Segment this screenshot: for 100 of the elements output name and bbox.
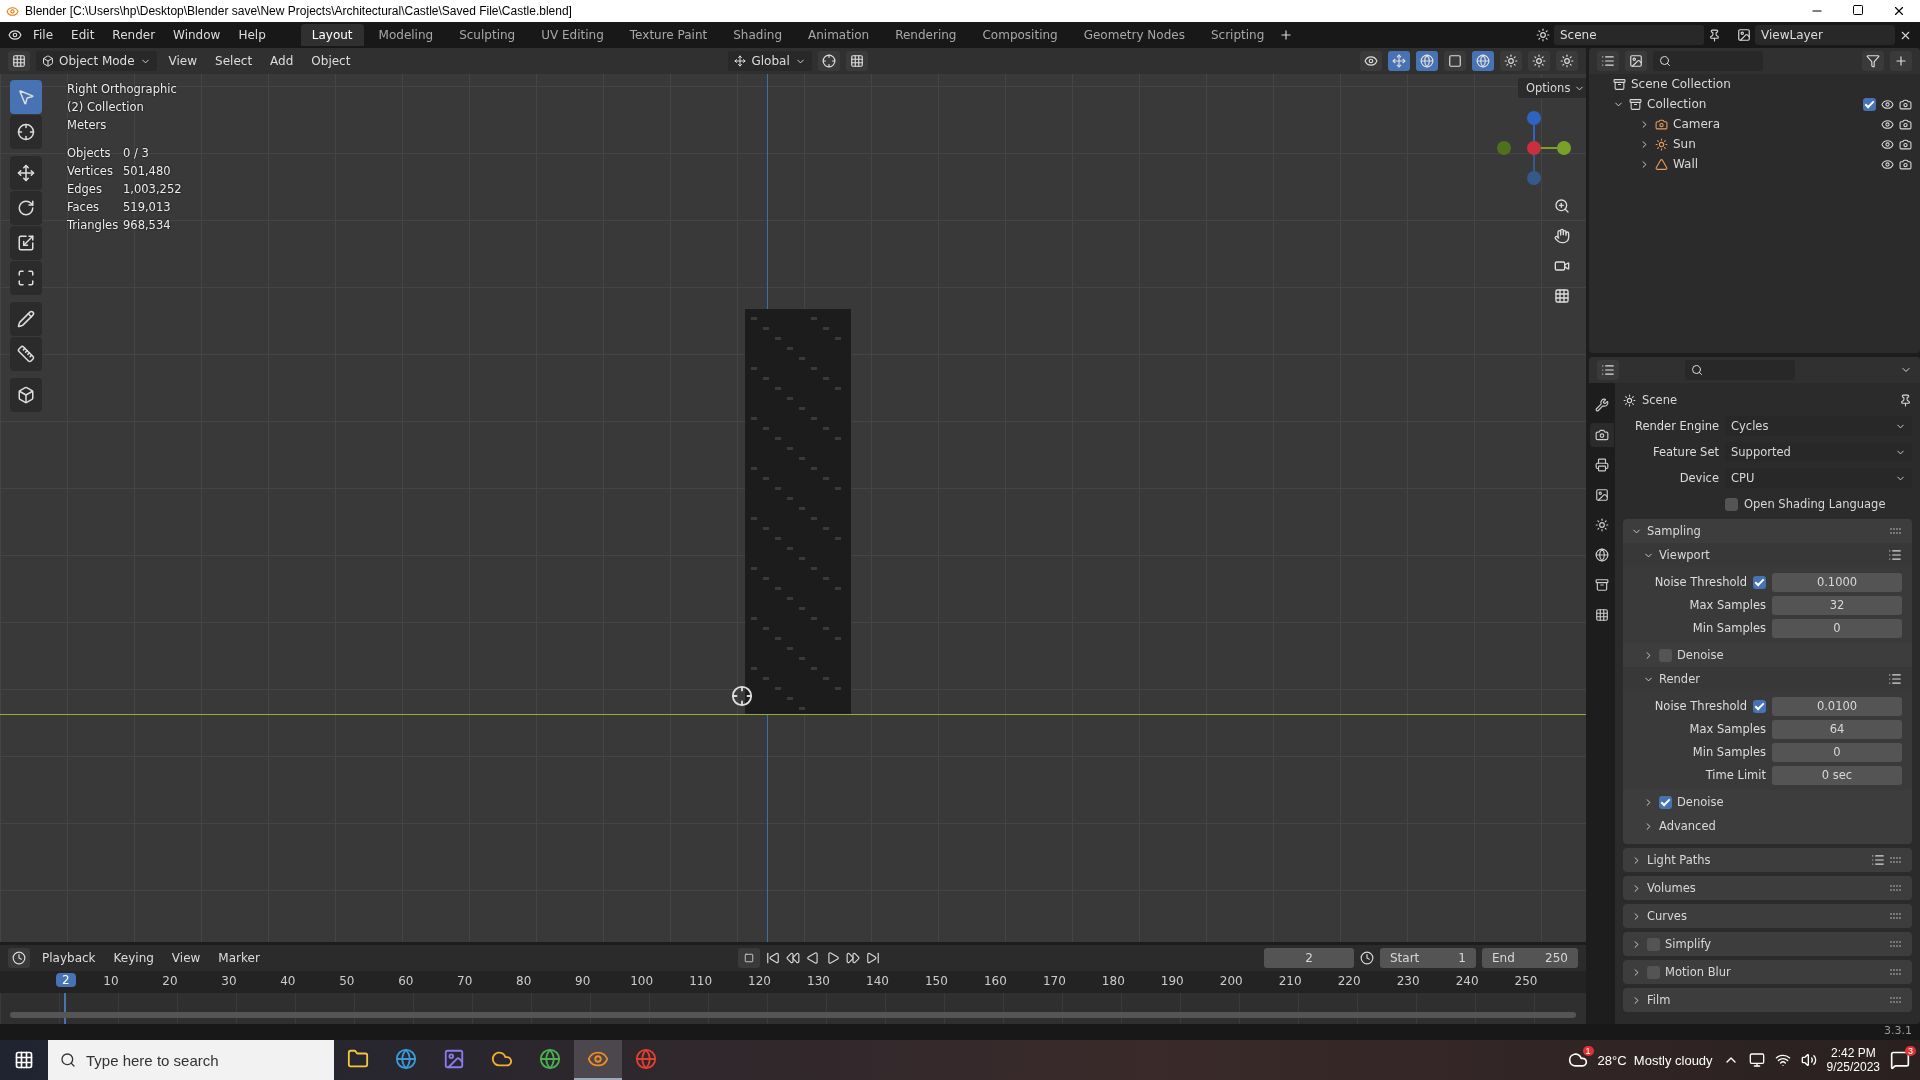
- orientation-dropdown[interactable]: Global: [728, 51, 812, 71]
- menu-item[interactable]: Object: [305, 52, 357, 70]
- editor-type-icon[interactable]: [8, 948, 30, 968]
- notifications-icon[interactable]: [1890, 1050, 1910, 1070]
- checkbox[interactable]: [1659, 795, 1672, 809]
- menu-item[interactable]: Playback: [36, 949, 102, 967]
- outliner-item[interactable]: Scene Collection: [1631, 77, 1912, 91]
- menu-item[interactable]: Select: [209, 52, 259, 70]
- monitor-icon[interactable]: [1748, 1052, 1765, 1068]
- play-icon[interactable]: [825, 951, 840, 965]
- start-frame-field[interactable]: Start 1: [1380, 948, 1476, 968]
- pivot-icon[interactable]: [817, 51, 840, 71]
- next-keyframe-icon[interactable]: [845, 951, 860, 965]
- search-field[interactable]: [1653, 51, 1763, 71]
- network-icon[interactable]: [1774, 1052, 1791, 1068]
- new-collection-icon[interactable]: [1890, 51, 1912, 71]
- dropdown[interactable]: Cycles: [1725, 416, 1912, 436]
- menu-item[interactable]: Add: [264, 52, 300, 70]
- visibility-icon[interactable]: [1881, 117, 1894, 131]
- visibility-icon[interactable]: [1881, 137, 1894, 151]
- menu-item[interactable]: File: [26, 25, 61, 45]
- drag-handle-icon[interactable]: [1890, 885, 1902, 891]
- view-layer-field[interactable]: ViewLayer: [1755, 25, 1895, 45]
- select-box-icon[interactable]: [10, 80, 42, 114]
- add-cube-icon[interactable]: [10, 378, 42, 412]
- stopwatch-icon[interactable]: [1360, 951, 1374, 965]
- workspace-tab[interactable]: Scripting: [1199, 24, 1276, 46]
- menu-item[interactable]: Render: [105, 25, 163, 45]
- drag-handle-icon[interactable]: [1890, 528, 1902, 534]
- axis-gizmo-drawing[interactable]: [1496, 110, 1572, 186]
- play-reverse-icon[interactable]: [805, 951, 820, 965]
- jump-end-icon[interactable]: [865, 951, 880, 965]
- number-field[interactable]: 0 sec: [1772, 765, 1902, 785]
- editor-type-icon[interactable]: [1597, 360, 1619, 380]
- scale-icon[interactable]: [10, 226, 42, 260]
- number-field[interactable]: 0: [1772, 742, 1902, 762]
- maximize-icon[interactable]: [1852, 4, 1864, 16]
- clock[interactable]: 2:42 PM 9/25/2023: [1826, 1046, 1880, 1074]
- outliner-item[interactable]: Sun: [1673, 137, 1876, 151]
- render-icon[interactable]: [1899, 117, 1912, 131]
- checkbox[interactable]: [1753, 575, 1766, 589]
- view-layer-icon[interactable]: [1737, 28, 1751, 42]
- editor-type-icon[interactable]: [8, 51, 30, 71]
- checkbox[interactable]: [1753, 699, 1766, 713]
- number-field[interactable]: 0.1000: [1772, 572, 1902, 592]
- cursor-icon[interactable]: [10, 115, 42, 149]
- outliner-item[interactable]: Collection: [1647, 97, 1858, 111]
- workspace-tab[interactable]: Texture Paint: [618, 24, 719, 46]
- weather-text[interactable]: 28°C Mostly cloudy: [1597, 1052, 1713, 1068]
- workspace-tab[interactable]: Shading: [722, 24, 793, 46]
- mode-dropdown[interactable]: Object Mode: [36, 51, 157, 71]
- workspace-tab[interactable]: Compositing: [971, 24, 1069, 46]
- outliner-item[interactable]: Wall: [1673, 157, 1876, 171]
- render-icon[interactable]: [1899, 137, 1912, 151]
- checkbox[interactable]: [1725, 497, 1738, 511]
- drag-handle-icon[interactable]: [1890, 913, 1902, 919]
- record-icon[interactable]: [737, 948, 760, 968]
- presets-icon[interactable]: [1871, 853, 1885, 867]
- menu-item[interactable]: Edit: [64, 25, 102, 45]
- search-field[interactable]: [1685, 360, 1795, 380]
- measure-icon[interactable]: [10, 337, 42, 371]
- taskbar-search[interactable]: Type here to search: [48, 1040, 334, 1080]
- render-icon[interactable]: [1899, 157, 1912, 171]
- dropdown[interactable]: CPU: [1725, 468, 1912, 488]
- workspace-tab[interactable]: Animation: [797, 24, 881, 46]
- outliner-item[interactable]: Camera: [1673, 117, 1876, 131]
- workspace-tab[interactable]: Geometry Nodes: [1072, 24, 1196, 46]
- current-frame-marker[interactable]: 2: [56, 973, 76, 987]
- workspace-tab[interactable]: Layout: [300, 24, 364, 46]
- number-field[interactable]: 32: [1772, 595, 1902, 615]
- menu-item[interactable]: Marker: [212, 949, 266, 967]
- menu-item[interactable]: View: [162, 52, 204, 70]
- render-icon[interactable]: [1590, 423, 1614, 447]
- number-field[interactable]: 0: [1772, 618, 1902, 638]
- render-icon[interactable]: [1899, 97, 1912, 111]
- menu-item[interactable]: Window: [166, 25, 228, 45]
- presets-icon[interactable]: [1888, 672, 1902, 686]
- visibility-icon[interactable]: [1360, 51, 1382, 71]
- pin-icon[interactable]: [1708, 28, 1721, 42]
- gizmo-icon[interactable]: [1388, 51, 1410, 71]
- rotate-icon[interactable]: [10, 191, 42, 225]
- subpanel-title[interactable]: Denoise: [1677, 648, 1902, 662]
- drag-handle-icon[interactable]: [1890, 857, 1902, 863]
- weather-icon[interactable]: [1567, 1050, 1588, 1070]
- add-workspace-icon[interactable]: [1279, 28, 1294, 42]
- workspace-tab[interactable]: Sculpting: [448, 24, 527, 46]
- subpanel-title[interactable]: Denoise: [1677, 795, 1902, 809]
- number-field[interactable]: 0.0100: [1772, 696, 1902, 716]
- annotate-icon[interactable]: [10, 302, 42, 336]
- move-icon[interactable]: [10, 156, 42, 190]
- workspace-tab[interactable]: UV Editing: [530, 24, 615, 46]
- scrollbar[interactable]: [10, 1012, 1576, 1018]
- jump-start-icon[interactable]: [765, 951, 780, 965]
- drag-handle-icon[interactable]: [1890, 969, 1902, 975]
- workspace-tab[interactable]: Modeling: [367, 24, 445, 46]
- prev-keyframe-icon[interactable]: [785, 951, 800, 965]
- checkbox[interactable]: [1863, 97, 1876, 111]
- menu-item[interactable]: Keying: [107, 949, 160, 967]
- close-icon[interactable]: [1892, 4, 1906, 18]
- visibility-icon[interactable]: [1881, 97, 1894, 111]
